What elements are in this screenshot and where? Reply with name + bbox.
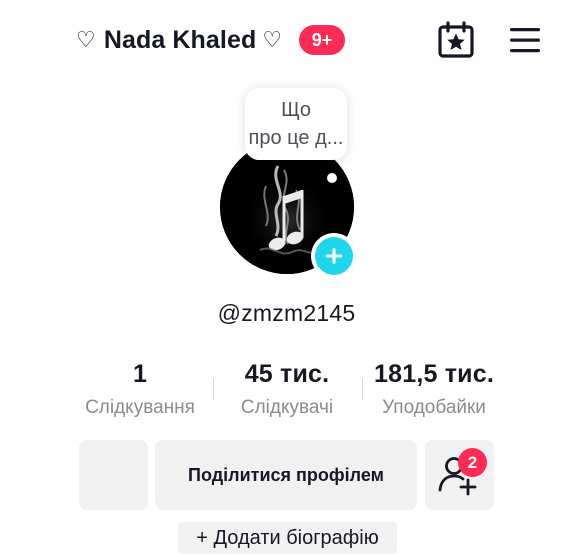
calendar-star-icon[interactable] bbox=[436, 20, 476, 60]
add-person-icon bbox=[438, 457, 477, 496]
stat-likes-label-wrap: Уподобайки bbox=[366, 394, 502, 422]
heart-icon: ♡ bbox=[76, 27, 96, 52]
add-photo-button[interactable] bbox=[311, 233, 357, 279]
stat-following-label: Слідкування bbox=[85, 397, 195, 418]
status-bubble-line: про це д... bbox=[248, 127, 344, 149]
bubble-tail-dot bbox=[327, 173, 337, 183]
stat-following-count: 1 bbox=[132, 360, 148, 388]
stat-likes-count: 181,5 тис. bbox=[374, 360, 494, 388]
stat-followers-label: Слідкувачі bbox=[240, 397, 334, 418]
divider bbox=[362, 378, 363, 400]
heart-icon: ♡ bbox=[262, 27, 283, 52]
stat-following[interactable]: 1 bbox=[104, 358, 176, 390]
display-name-text: Nada Khaled bbox=[103, 25, 257, 54]
stat-followers-label-wrap: Слідкувачі bbox=[222, 394, 352, 422]
hamburger-menu-icon[interactable] bbox=[508, 24, 542, 56]
add-friends-button[interactable] bbox=[425, 440, 494, 510]
notification-badge[interactable]: 9+ bbox=[299, 25, 345, 55]
status-bubble[interactable]: Що про це д... bbox=[245, 88, 347, 160]
friend-requests-badge: 2 bbox=[458, 448, 487, 477]
status-bubble-line: Що bbox=[281, 99, 311, 121]
edit-profile-button[interactable] bbox=[79, 440, 148, 510]
profile-header: ♡ Nada Khaled ♡ 9+ bbox=[0, 0, 573, 80]
add-bio-button[interactable]: + Додати біографію bbox=[178, 522, 397, 554]
stat-followers-count: 45 тис. bbox=[244, 360, 330, 388]
profile-display-name[interactable]: ♡ Nada Khaled ♡ bbox=[76, 24, 282, 56]
share-profile-button[interactable]: Поділитися профілем bbox=[155, 440, 417, 510]
username: @zmzm2145 bbox=[217, 300, 356, 326]
divider bbox=[213, 378, 214, 400]
stat-following-label-wrap: Слідкування bbox=[62, 394, 218, 422]
stat-followers[interactable]: 45 тис. bbox=[222, 358, 352, 390]
stat-likes-label: Уподобайки bbox=[382, 397, 486, 418]
stat-likes[interactable]: 181,5 тис. bbox=[370, 358, 498, 390]
plus-icon bbox=[315, 237, 353, 275]
